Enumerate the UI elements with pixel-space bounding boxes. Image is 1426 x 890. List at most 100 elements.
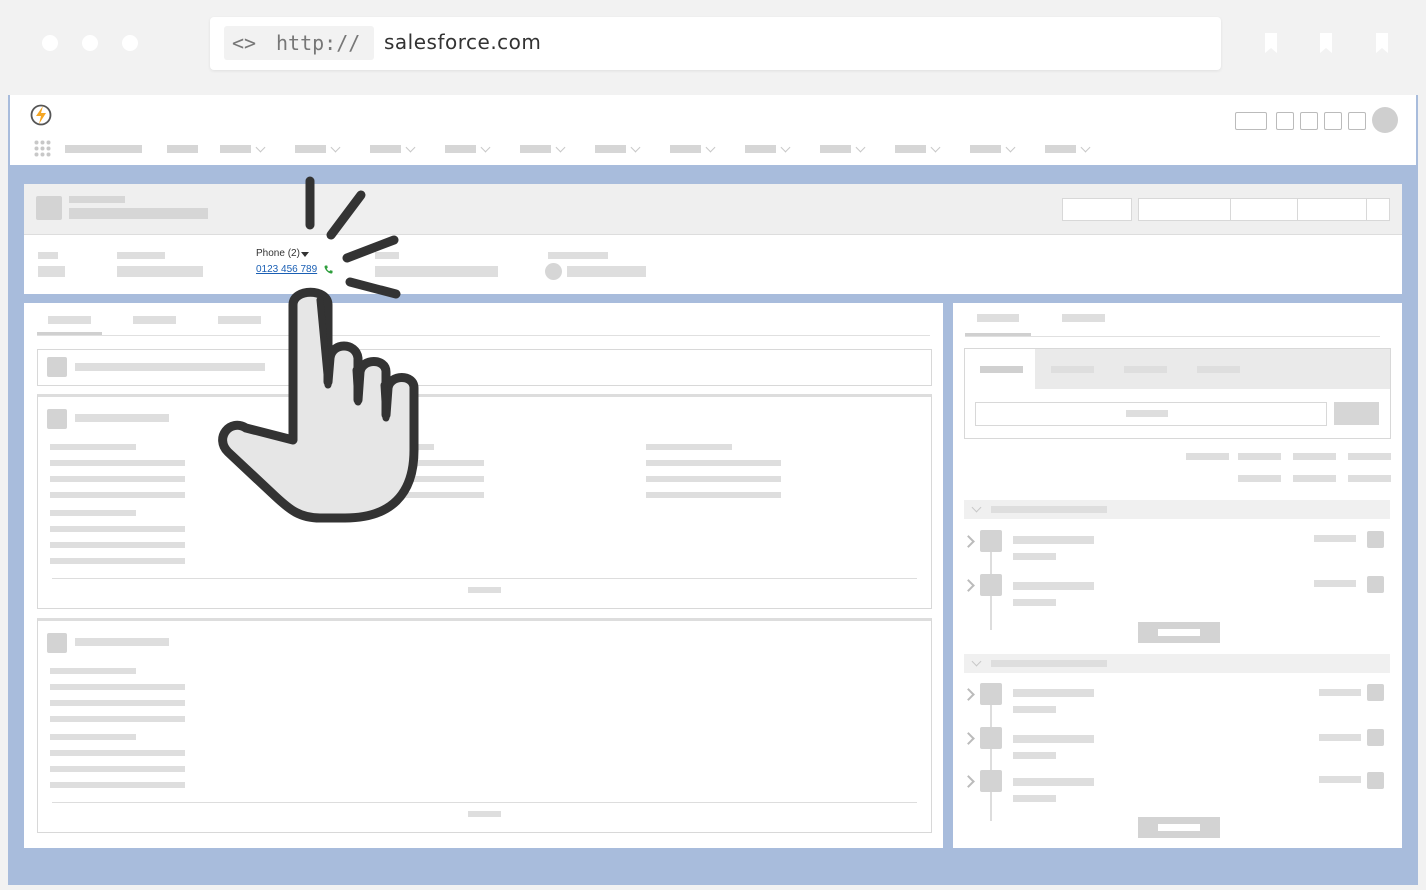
card-details — [37, 394, 932, 609]
nav-item[interactable] — [220, 145, 251, 153]
action-button[interactable] — [1230, 198, 1231, 221]
timeline-item-title[interactable] — [1013, 778, 1094, 786]
window-minimize-dot[interactable] — [82, 35, 98, 51]
composer-add-button[interactable] — [1334, 402, 1379, 425]
filter-link[interactable] — [1293, 475, 1336, 482]
timeline-item-menu[interactable] — [1367, 576, 1384, 593]
url-domain: salesforce.com — [384, 30, 542, 54]
detail-line — [50, 460, 185, 466]
action-menu-button[interactable] — [1366, 198, 1367, 221]
composer-input-placeholder — [1126, 410, 1168, 417]
detail-line — [50, 526, 185, 532]
card-icon — [47, 409, 67, 429]
filter-link[interactable] — [1186, 453, 1229, 460]
nav-item[interactable] — [1045, 145, 1076, 153]
action-button[interactable] — [1062, 198, 1132, 221]
timeline-item-menu[interactable] — [1367, 684, 1384, 701]
card-icon — [47, 633, 67, 653]
filter-link[interactable] — [1238, 475, 1281, 482]
lightning-bolt-icon[interactable] — [30, 103, 52, 127]
app-launcher-icon[interactable] — [34, 140, 51, 157]
detail-line — [50, 492, 185, 498]
nav-item[interactable] — [670, 145, 701, 153]
timeline-item-title[interactable] — [1013, 689, 1094, 697]
detail-line — [646, 492, 781, 498]
timeline-item-date — [1319, 689, 1361, 696]
timeline-item-date — [1314, 580, 1356, 587]
tab-related[interactable] — [133, 316, 176, 324]
header-icon-box[interactable] — [1300, 112, 1318, 130]
composer-tab[interactable] — [1124, 366, 1167, 373]
nav-app-name — [65, 145, 142, 153]
tab-divider — [37, 335, 930, 336]
field-value — [38, 266, 65, 277]
nav-item[interactable] — [895, 145, 926, 153]
window-maximize-dot[interactable] — [122, 35, 138, 51]
field-value — [567, 266, 646, 277]
nav-item[interactable] — [167, 145, 198, 153]
detail-line — [646, 444, 732, 450]
field-label — [38, 252, 58, 259]
detail-line — [50, 716, 185, 722]
nav-item[interactable] — [745, 145, 776, 153]
view-all-link[interactable] — [468, 587, 501, 593]
detail-line — [50, 766, 185, 772]
avatar[interactable] — [1372, 107, 1398, 133]
detail-line — [50, 668, 136, 674]
nav-item[interactable] — [820, 145, 851, 153]
global-header — [10, 95, 1416, 165]
timeline-item-title[interactable] — [1013, 735, 1094, 743]
nav-item[interactable] — [445, 145, 476, 153]
timeline-line — [990, 693, 992, 821]
url-protocol: http:// — [276, 31, 361, 55]
timeline-item-menu[interactable] — [1367, 531, 1384, 548]
header-icon-box[interactable] — [1348, 112, 1366, 130]
view-all-link[interactable] — [468, 811, 501, 817]
timeline-item-menu[interactable] — [1367, 729, 1384, 746]
address-bar[interactable]: <> http:// salesforce.com — [210, 17, 1221, 70]
nav-item[interactable] — [520, 145, 551, 153]
record-title — [69, 208, 208, 219]
nav-item[interactable] — [970, 145, 1001, 153]
window-close-dot[interactable] — [42, 35, 58, 51]
composer-tab[interactable] — [1197, 366, 1240, 373]
detail-line — [50, 700, 185, 706]
timeline-item-icon — [980, 770, 1002, 792]
filter-link[interactable] — [1238, 453, 1281, 460]
header-icon-box[interactable] — [1276, 112, 1294, 130]
detail-line — [50, 444, 136, 450]
filter-link[interactable] — [1348, 453, 1391, 460]
timeline-item-icon — [980, 683, 1002, 705]
timeline-item-menu[interactable] — [1367, 772, 1384, 789]
header-search-box[interactable] — [1235, 112, 1267, 130]
timeline-item-subtitle — [1013, 599, 1056, 606]
action-button[interactable] — [1297, 198, 1298, 221]
section-title — [991, 506, 1107, 513]
header-icon-box[interactable] — [1324, 112, 1342, 130]
bookmark-icon[interactable] — [1376, 33, 1388, 53]
timeline-item-subtitle — [1013, 752, 1056, 759]
active-tab-indicator — [37, 332, 102, 335]
card-icon — [47, 357, 67, 377]
nav-item[interactable] — [595, 145, 626, 153]
owner-avatar — [545, 263, 562, 280]
bookmark-icon[interactable] — [1265, 33, 1277, 53]
filter-link[interactable] — [1293, 453, 1336, 460]
filter-link[interactable] — [1348, 475, 1391, 482]
card-footer-divider — [52, 802, 917, 803]
action-button-group — [1138, 198, 1390, 221]
record-type-label — [69, 196, 125, 203]
timeline-item-title[interactable] — [1013, 536, 1094, 544]
tab-details[interactable] — [48, 316, 91, 324]
bookmark-icon[interactable] — [1320, 33, 1332, 53]
composer-tab[interactable] — [980, 366, 1023, 373]
composer-tab[interactable] — [1051, 366, 1094, 373]
timeline-item-subtitle — [1013, 553, 1056, 560]
tab-chatter[interactable] — [1062, 314, 1105, 322]
detail-line — [50, 542, 185, 548]
nav-item[interactable] — [370, 145, 401, 153]
tab-activity[interactable] — [977, 314, 1019, 322]
timeline-item-title[interactable] — [1013, 582, 1094, 590]
timeline-item-subtitle — [1013, 795, 1056, 802]
nav-item[interactable] — [295, 145, 326, 153]
